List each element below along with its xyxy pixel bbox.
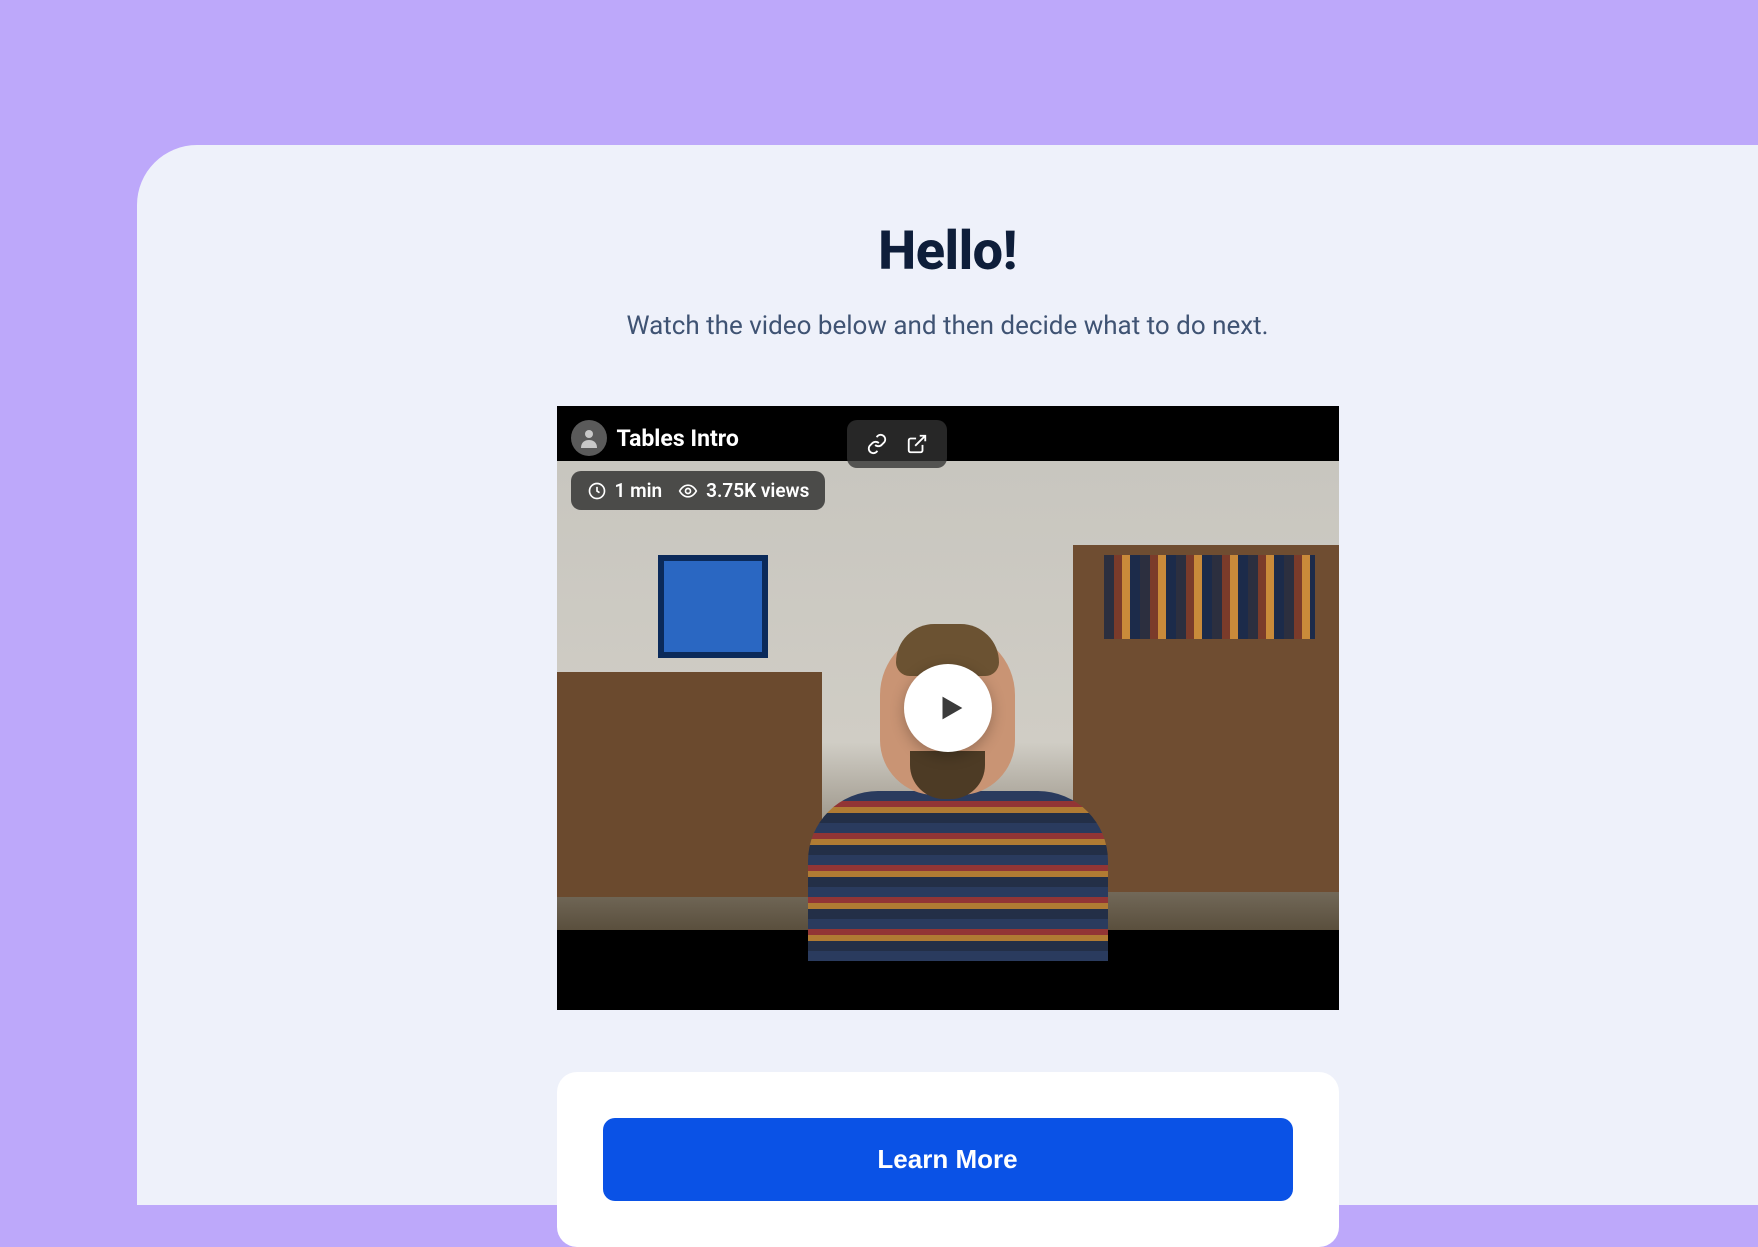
video-title-row: Tables Intro: [571, 420, 739, 456]
video-meta-bar: 1 min 3.75K views: [571, 471, 826, 510]
video-views: 3.75K views: [678, 479, 809, 502]
learn-more-button[interactable]: Learn More: [603, 1118, 1293, 1201]
play-button[interactable]: [904, 664, 992, 752]
person-icon: [577, 426, 601, 450]
page-title: Hello!: [555, 220, 1340, 283]
video-actions-bar: [847, 420, 947, 468]
external-link-icon: [906, 433, 928, 455]
video-player[interactable]: Tables Intro: [557, 406, 1339, 1010]
video-duration-value: 1 min: [615, 479, 663, 502]
cta-card: Learn More: [557, 1072, 1339, 1247]
video-title: Tables Intro: [617, 425, 739, 452]
eye-icon: [678, 481, 698, 501]
thumbnail-decoration: [557, 672, 823, 897]
page-card: Hello! Watch the video below and then de…: [137, 145, 1758, 1205]
thumbnail-decoration: [658, 555, 767, 658]
video-author-avatar[interactable]: [571, 420, 607, 456]
content-wrapper: Hello! Watch the video below and then de…: [555, 220, 1340, 1247]
copy-link-button[interactable]: [857, 428, 897, 460]
video-views-value: 3.75K views: [706, 479, 809, 502]
video-duration: 1 min: [587, 479, 663, 502]
page-subtitle: Watch the video below and then decide wh…: [555, 311, 1340, 341]
thumbnail-decoration: [1104, 555, 1315, 639]
link-icon: [866, 433, 888, 455]
open-external-button[interactable]: [897, 428, 937, 460]
play-icon: [934, 691, 968, 725]
clock-icon: [587, 481, 607, 501]
